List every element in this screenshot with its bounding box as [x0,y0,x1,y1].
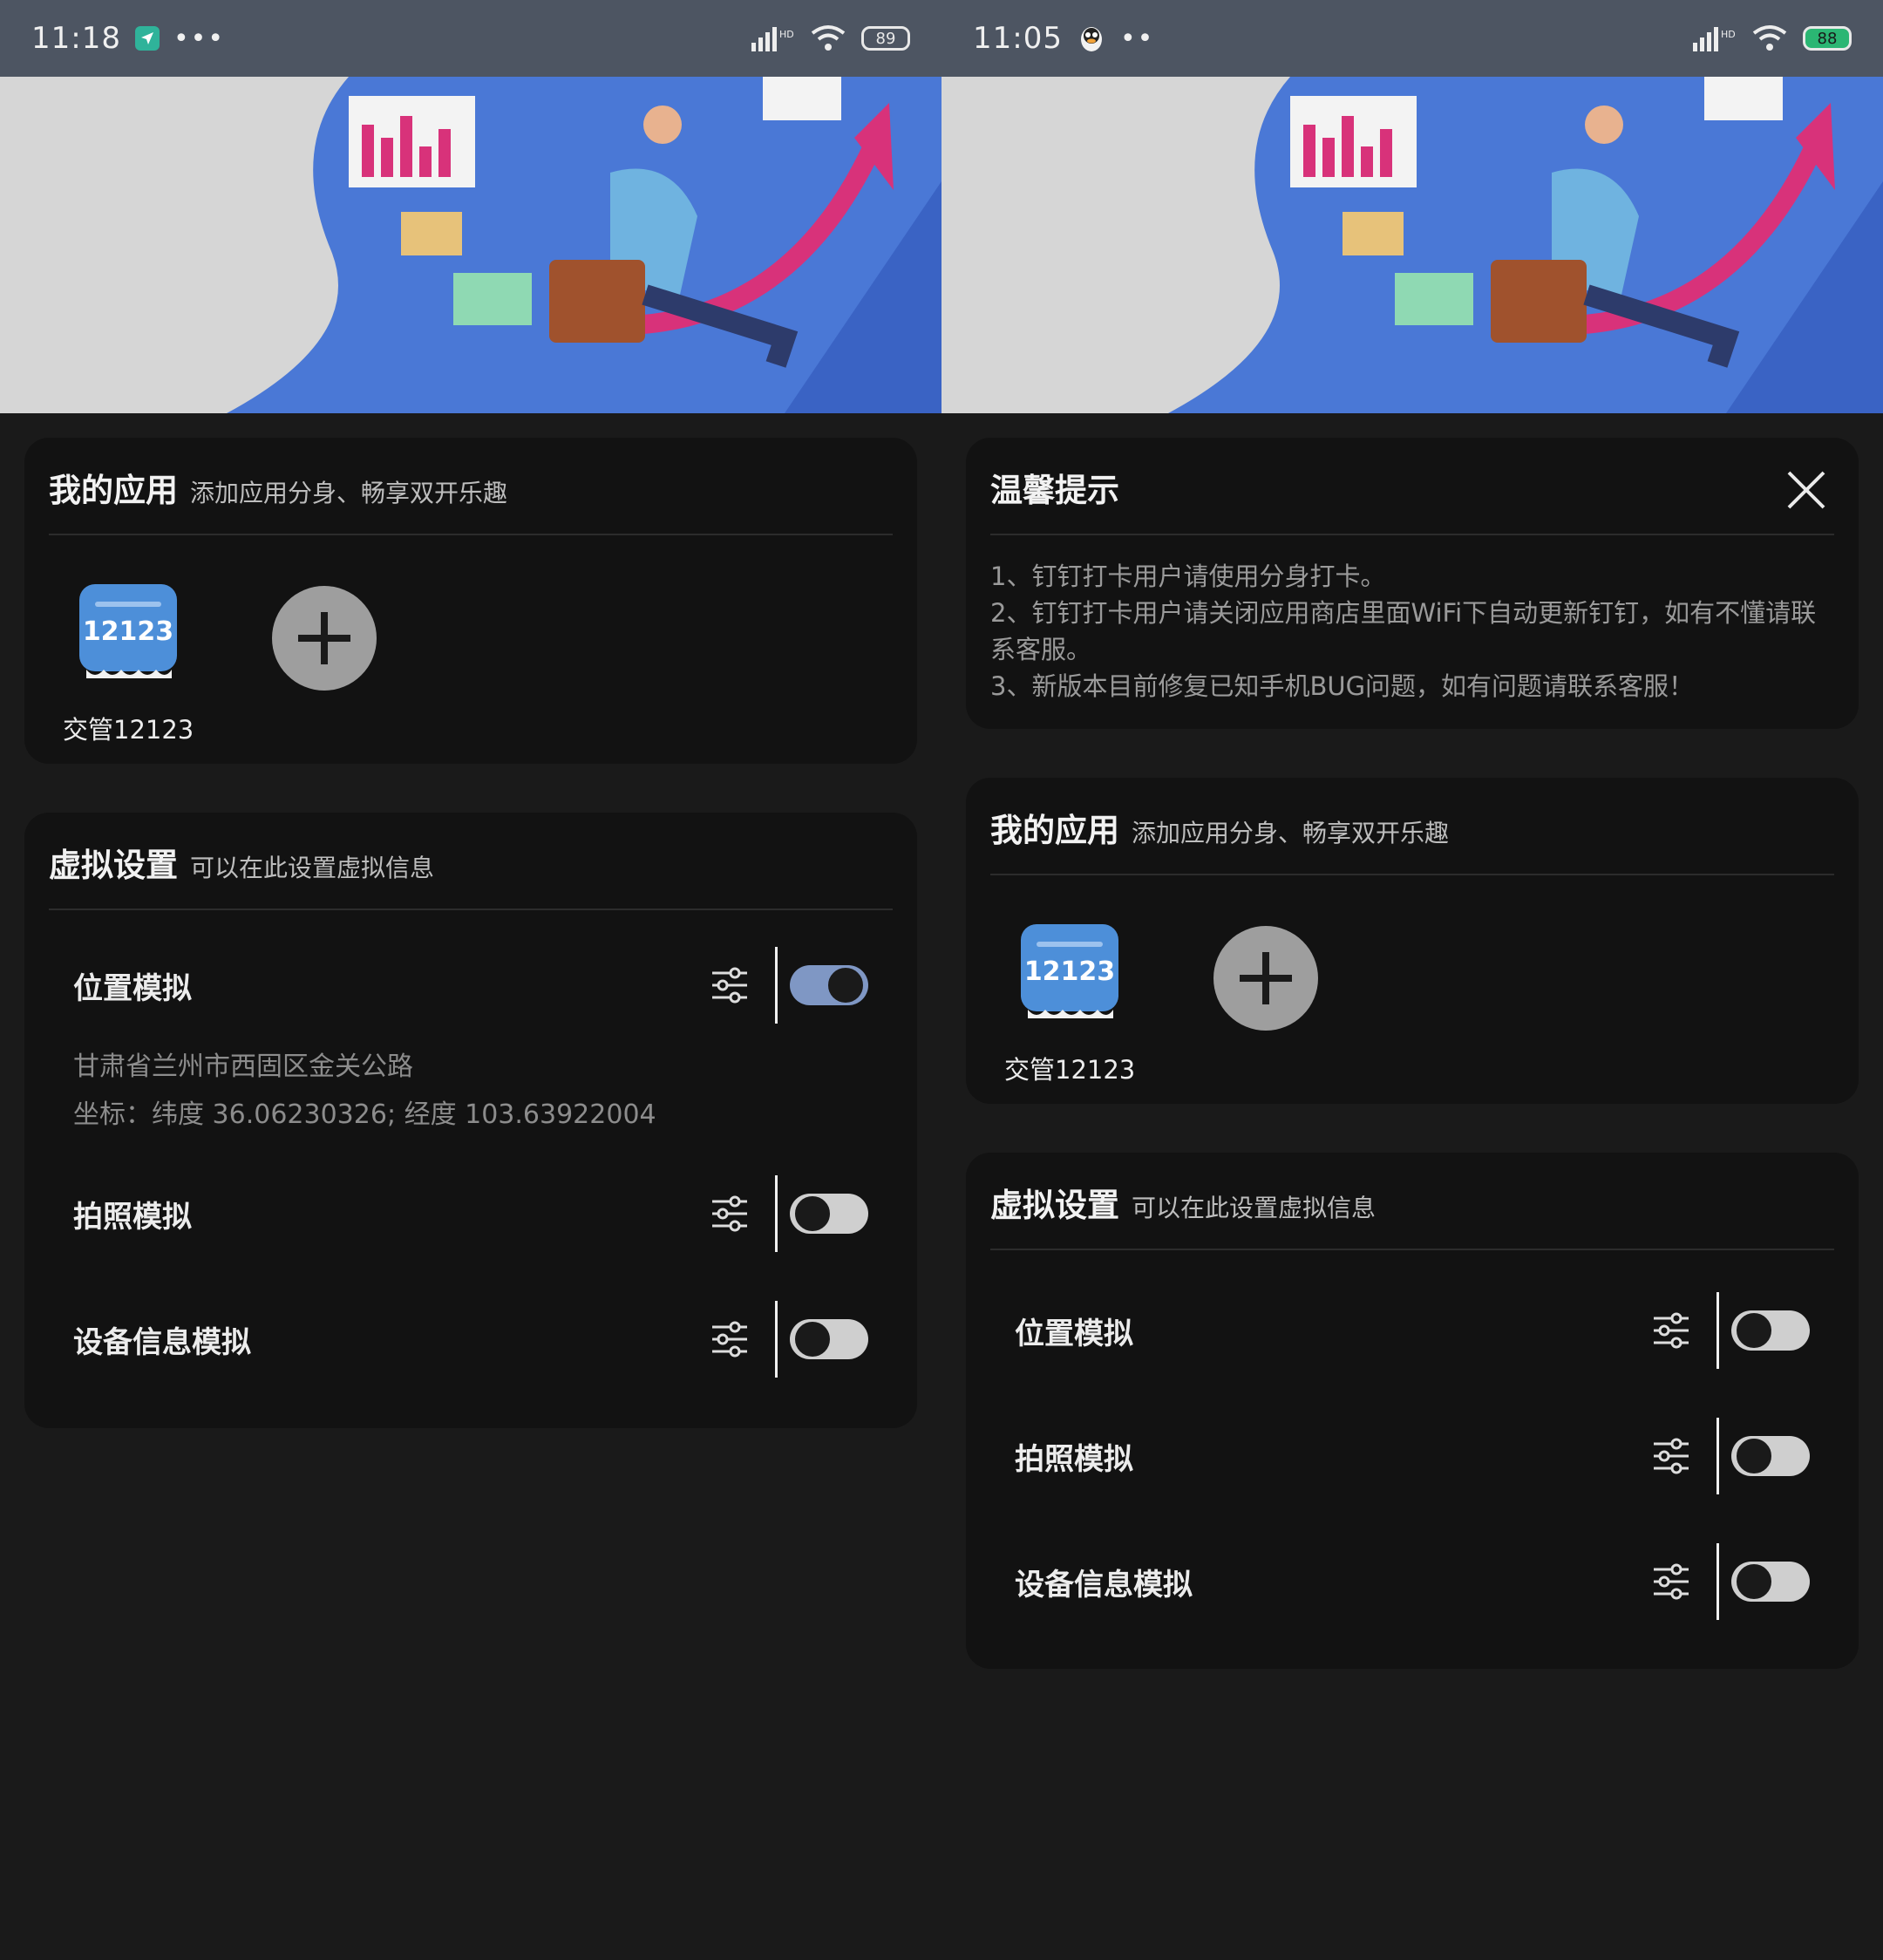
my-apps-title: 我的应用 [990,812,1119,849]
left-screen: 11:18 ••• HD 89 我的应用 添加应用分身、畅享双开乐趣 12123… [0,0,942,1960]
adjust-sliders-icon[interactable] [709,964,751,1006]
virtual-settings-subtitle: 可以在此设置虚拟信息 [1132,1194,1377,1222]
tip-line: 2、钉钉打卡用户请关闭应用商店里面WiFi下自动更新钉钉，如有不懂请联系客服。 [990,598,1817,664]
tips-text: 1、钉钉打卡用户请使用分身打卡。 2、钉钉打卡用户请关闭应用商店里面WiFi下自… [990,535,1834,729]
toggle-knob [1734,1562,1774,1602]
photo-sim-label: 拍照模拟 [73,1199,192,1235]
location-coords: 坐标：纬度 36.06230326; 经度 103.63922004 [73,1099,656,1130]
my-apps-subtitle: 添加应用分身、畅享双开乐趣 [1132,819,1450,847]
location-address: 甘肃省兰州市西固区金关公路 [73,1051,413,1082]
photo-sim-row: 拍照模拟 [990,1393,1834,1519]
location-sim-toggle[interactable] [790,965,868,1005]
svg-text:HD: HD [779,29,794,40]
location-sim-toggle[interactable] [1731,1310,1810,1351]
adjust-sliders-icon[interactable] [1650,1435,1692,1477]
close-icon[interactable] [1784,467,1829,513]
adjust-sliders-icon[interactable] [1650,1310,1692,1351]
location-sim-label: 位置模拟 [73,970,192,1006]
status-bar: 11:18 ••• HD 89 [0,0,942,77]
divider [775,947,778,1024]
location-sim-label: 位置模拟 [1015,1316,1133,1351]
device-sim-toggle[interactable] [1731,1562,1810,1602]
toggle-knob [792,1319,833,1359]
app-label: 交管12123 [1004,1055,1136,1085]
my-apps-title: 我的应用 [49,472,178,509]
banner-illustration [0,77,942,413]
divider [1716,1292,1719,1369]
virtual-settings-header: 虚拟设置 可以在此设置虚拟信息 [49,813,893,910]
device-sim-label: 设备信息模拟 [73,1324,251,1360]
toggle-knob [1734,1310,1774,1351]
my-apps-card: 我的应用 添加应用分身、畅享双开乐趣 12123 交管12123 [966,778,1859,1104]
my-apps-subtitle: 添加应用分身、畅享双开乐趣 [190,479,508,507]
battery-icon: 89 [861,26,910,51]
location-sim-row: 位置模拟 [990,1268,1834,1393]
right-screen: 11:05 •• HD 88 温馨提示 1、钉钉打卡用户请使用分身打卡。 2、钉… [942,0,1883,1960]
my-apps-header: 我的应用 添加应用分身、畅享双开乐趣 [990,778,1834,875]
adjust-sliders-icon[interactable] [1650,1561,1692,1603]
divider [775,1301,778,1378]
photo-sim-row: 拍照模拟 [49,1151,893,1276]
svg-text:12123: 12123 [1024,956,1115,987]
photo-sim-label: 拍照模拟 [1015,1441,1133,1477]
virtual-settings-header: 虚拟设置 可以在此设置虚拟信息 [990,1153,1834,1250]
banner-illustration [942,77,1883,413]
divider [775,1175,778,1252]
device-sim-row: 设备信息模拟 [990,1519,1834,1644]
divider [1716,1543,1719,1620]
app-item-jiaoguan[interactable]: 12123 交管12123 [63,582,194,746]
my-apps-header: 我的应用 添加应用分身、畅享双开乐趣 [49,438,893,535]
plus-icon [298,612,351,664]
penguin-icon [1077,24,1106,53]
virtual-settings-card: 虚拟设置 可以在此设置虚拟信息 位置模拟 拍照模拟 设备信息模拟 [966,1153,1859,1669]
app-label: 交管12123 [63,715,194,745]
divider [1716,1418,1719,1494]
virtual-settings-title: 虚拟设置 [990,1187,1119,1224]
jiaoguan-app-icon: 12123 [79,584,178,678]
status-time: 11:18 [31,21,121,56]
tips-header: 温馨提示 [990,438,1834,535]
add-app-button[interactable] [272,586,377,691]
device-sim-label: 设备信息模拟 [1015,1567,1193,1603]
signal-icon: HD [1693,27,1736,51]
photo-sim-toggle[interactable] [790,1194,868,1234]
location-sim-row: 位置模拟 [49,928,893,1043]
toggle-knob [1734,1436,1774,1476]
virtual-settings-title: 虚拟设置 [49,847,178,884]
wifi-icon [811,25,846,51]
battery-level: 88 [1817,29,1838,48]
wifi-icon [1752,25,1787,51]
toggle-knob [792,1194,833,1234]
tips-title: 温馨提示 [990,472,1119,509]
photo-sim-toggle[interactable] [1731,1436,1810,1476]
tip-line: 1、钉钉打卡用户请使用分身打卡。 [990,561,1386,591]
status-bar: 11:05 •• HD 88 [942,0,1883,77]
status-more-dots: ••• [173,23,226,54]
app-item-jiaoguan[interactable]: 12123 交管12123 [1004,922,1135,1086]
location-arrow-icon [134,26,160,51]
add-app-button[interactable] [1213,926,1319,1031]
toggle-knob [826,965,866,1005]
signal-icon: HD [751,27,794,51]
adjust-sliders-icon[interactable] [709,1193,751,1235]
plus-icon [1240,952,1293,1004]
battery-level: 89 [875,29,896,48]
virtual-settings-subtitle: 可以在此设置虚拟信息 [190,854,435,882]
status-time: 11:05 [973,21,1063,56]
jiaoguan-app-icon: 12123 [1021,924,1119,1018]
adjust-sliders-icon[interactable] [709,1318,751,1360]
device-sim-row: 设备信息模拟 [49,1276,893,1402]
device-sim-toggle[interactable] [790,1319,868,1359]
battery-icon: 88 [1803,26,1852,51]
tips-card: 温馨提示 1、钉钉打卡用户请使用分身打卡。 2、钉钉打卡用户请关闭应用商店里面W… [966,438,1859,729]
status-more-dots: •• [1119,23,1155,54]
my-apps-card: 我的应用 添加应用分身、畅享双开乐趣 12123 交管12123 [24,438,917,764]
virtual-settings-card: 虚拟设置 可以在此设置虚拟信息 位置模拟 甘肃省兰州市西固区金关公路 坐标：纬度… [24,813,917,1428]
svg-text:12123: 12123 [83,616,173,647]
svg-text:HD: HD [1721,29,1736,40]
tip-line: 3、新版本目前修复已知手机BUG问题，如有问题请联系客服！ [990,671,1695,701]
